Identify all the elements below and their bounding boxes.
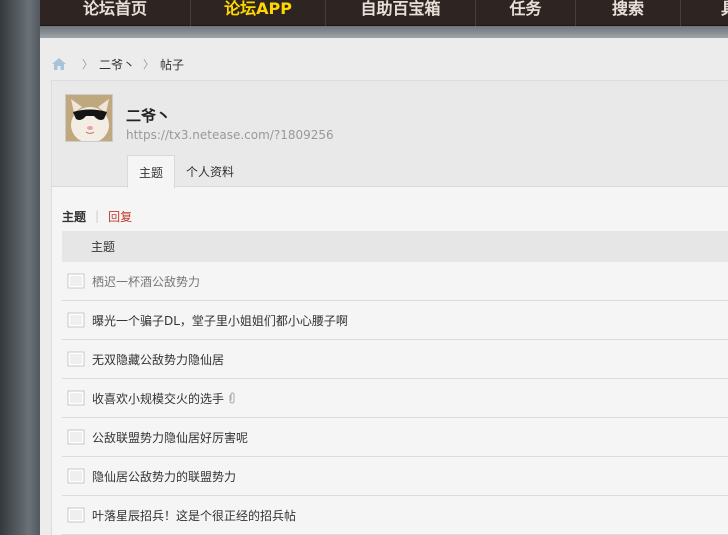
list-header: 主题 (62, 231, 728, 262)
header-background (40, 26, 728, 38)
list-item[interactable]: 收喜欢小规模交火的选手 (62, 379, 728, 418)
document-icon (67, 312, 85, 328)
tab-topics[interactable]: 主题 (127, 155, 176, 188)
topic-title[interactable]: 公敌联盟势力隐仙居好厉害呢 (92, 429, 248, 446)
topic-title[interactable]: 收喜欢小规模交火的选手 (92, 390, 224, 407)
home-icon[interactable] (52, 58, 66, 70)
document-icon (67, 351, 85, 367)
document-icon (67, 468, 85, 484)
breadcrumb: 〉 二爷丶 〉 帖子 (52, 56, 184, 72)
document-icon (67, 429, 85, 445)
nav-toolbox[interactable]: 自助百宝箱 (325, 0, 475, 26)
breadcrumb-separator: 〉 (143, 58, 155, 71)
document-icon (67, 507, 85, 523)
document-icon (67, 390, 85, 406)
topic-title[interactable]: 无双隐藏公敌势力隐仙居 (92, 351, 224, 368)
nav-search[interactable]: 搜索 (575, 0, 680, 26)
subtab-separator: | (95, 209, 100, 223)
profile-header: 二爷丶 https://tx3.netease.com/?1809256 主题 … (52, 81, 728, 188)
tab-profile[interactable]: 个人资料 (175, 155, 245, 187)
nav-forum-home[interactable]: 论坛首页 (40, 0, 190, 26)
list-item[interactable]: 隐仙居公敌势力的联盟势力 (62, 457, 728, 496)
nav-forum-app[interactable]: 论坛APP (190, 0, 325, 26)
profile-url[interactable]: https://tx3.netease.com/?1809256 (126, 128, 334, 142)
topic-title[interactable]: 栖迟一杯酒公敌势力 (92, 273, 200, 290)
main-content: 〉 二爷丶 〉 帖子 二爷丶 https://tx3.netease.com/?… (40, 38, 728, 535)
profile-username: 二爷丶 (126, 107, 172, 125)
nav-tasks[interactable]: 任务 (475, 0, 575, 26)
subtab-bar: 主题 | 回复 (62, 208, 132, 224)
list-item[interactable]: 公敌联盟势力隐仙居好厉害呢 (62, 418, 728, 457)
subtab-replies[interactable]: 回复 (108, 208, 132, 225)
avatar[interactable] (65, 94, 113, 142)
topic-title[interactable]: 叶落星辰招兵！这是个很正经的招兵帖 (92, 507, 296, 524)
topic-title[interactable]: 隐仙居公敌势力的联盟势力 (92, 468, 236, 485)
cat-with-sunglasses-avatar-icon (66, 95, 112, 141)
profile-tabs: 主题 个人资料 (127, 155, 245, 188)
list-item[interactable]: 栖迟一杯酒公敌势力 (62, 262, 728, 301)
top-navigation: 论坛首页 论坛APP 自助百宝箱 任务 搜索 具 (40, 0, 728, 26)
list-item[interactable]: 无双隐藏公敌势力隐仙居 (62, 340, 728, 379)
nav-tools[interactable]: 具 (680, 0, 728, 26)
document-icon (67, 273, 85, 289)
subtab-topics[interactable]: 主题 (62, 208, 86, 225)
attachment-icon (229, 392, 235, 404)
topic-list: 栖迟一杯酒公敌势力 曝光一个骗子DL，堂子里小姐姐们都小心腰子啊 无双隐藏公敌势… (62, 262, 728, 535)
breadcrumb-separator: 〉 (82, 58, 93, 71)
topic-title[interactable]: 曝光一个骗子DL，堂子里小姐姐们都小心腰子啊 (92, 312, 348, 329)
list-item[interactable]: 曝光一个骗子DL，堂子里小姐姐们都小心腰子啊 (62, 301, 728, 340)
profile-card: 二爷丶 https://tx3.netease.com/?1809256 主题 … (51, 80, 728, 535)
list-item[interactable]: 叶落星辰招兵！这是个很正经的招兵帖 (62, 496, 728, 535)
breadcrumb-user[interactable]: 二爷丶 (99, 56, 135, 73)
breadcrumb-posts[interactable]: 帖子 (160, 56, 184, 73)
